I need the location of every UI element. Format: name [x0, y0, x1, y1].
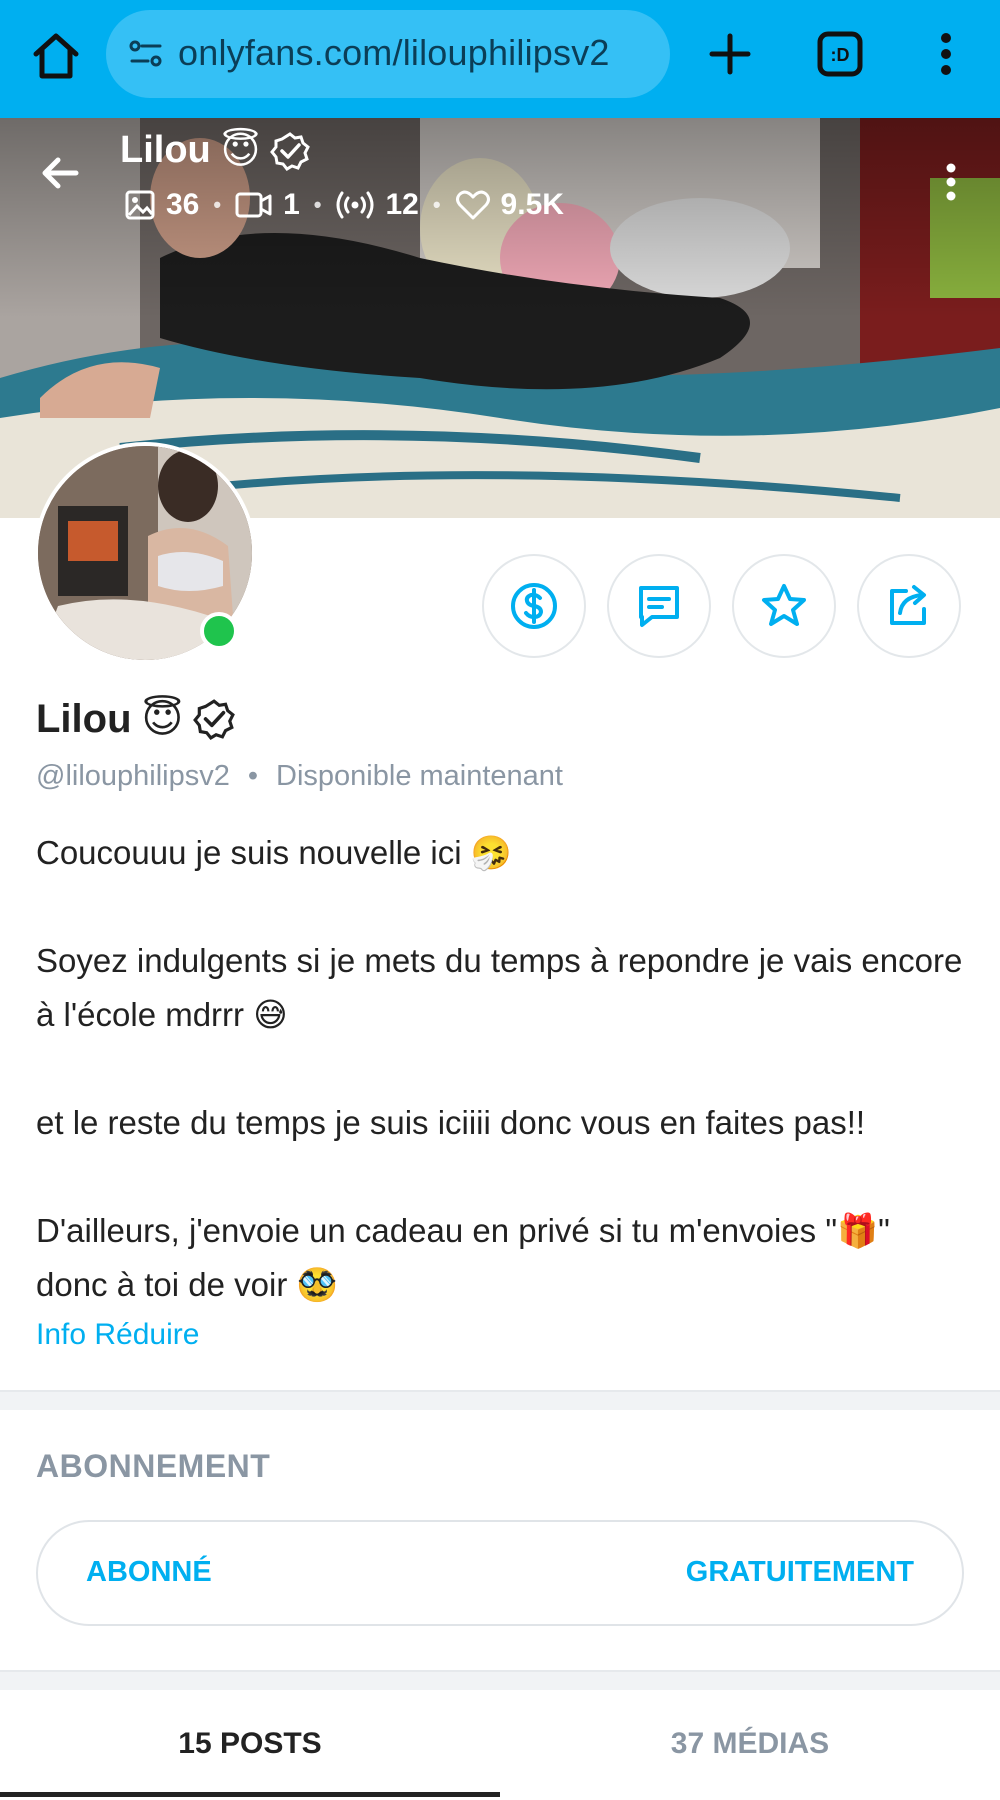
handle-separator: •	[247, 760, 259, 792]
bio-paragraph: Coucouuu je suis nouvelle ici 🤧	[36, 834, 512, 871]
photos-stat: 36	[124, 188, 199, 222]
tab-media[interactable]: 37 MÉDIAS	[500, 1690, 1000, 1798]
chat-icon	[639, 586, 679, 627]
profile-name-text: Lilou	[36, 696, 132, 741]
likes-stat: 9.5K	[455, 188, 564, 222]
site-settings-icon[interactable]	[126, 34, 166, 74]
cover-profile-name: Lilou 😇	[120, 128, 311, 173]
active-tab-indicator	[0, 1792, 500, 1797]
message-button[interactable]	[607, 554, 711, 658]
section-divider	[0, 1670, 1000, 1690]
cover-stats: 36 • 1 • 12 • 9.5K	[124, 188, 564, 222]
stat-separator: •	[432, 192, 441, 217]
video-icon	[235, 192, 272, 218]
share-icon	[890, 585, 926, 625]
home-icon[interactable]	[28, 28, 84, 84]
profile-name: Lilou 😇	[36, 696, 236, 742]
browser-menu-icon[interactable]	[926, 26, 966, 82]
new-tab-icon[interactable]	[702, 26, 758, 82]
back-arrow-icon[interactable]	[36, 148, 86, 198]
videos-stat: 1	[235, 188, 300, 222]
halo-emoji: 😇	[141, 697, 184, 741]
dollar-icon	[511, 583, 557, 629]
collapse-info-link[interactable]: Info Réduire	[36, 1318, 199, 1352]
availability-status: Disponible maintenant	[276, 760, 563, 792]
bio-paragraph: et le reste du temps je suis iciiii donc…	[36, 1104, 866, 1141]
streams-stat: 12	[335, 188, 419, 222]
favorite-button[interactable]	[732, 554, 836, 658]
browser-toolbar: onlyfans.com/lilouphilipsv2 :D	[0, 0, 1000, 118]
profile-subtitle: @lilouphilipsv2 • Disponible maintenant	[36, 760, 563, 793]
share-button[interactable]	[857, 554, 961, 658]
bio-paragraph: D'ailleurs, j'envoie un cadeau en privé …	[36, 1212, 890, 1303]
stat-separator: •	[313, 192, 322, 217]
photos-count: 36	[166, 188, 200, 221]
bio-paragraph: Soyez indulgents si je mets du temps à r…	[36, 942, 963, 1033]
cover-name-text: Lilou	[120, 129, 211, 171]
more-options-icon[interactable]	[936, 158, 966, 208]
verified-badge-icon	[270, 131, 311, 171]
verified-badge-icon	[193, 699, 236, 740]
image-icon	[125, 190, 155, 220]
subscribed-label: ABONNÉ	[86, 1556, 212, 1588]
likes-count: 9.5K	[500, 188, 564, 221]
live-stream-icon	[336, 191, 374, 219]
profile-bio: Coucouuu je suis nouvelle ici 🤧 Soyez in…	[36, 826, 966, 1312]
subscribe-button[interactable]: ABONNÉ GRATUITEMENT	[36, 1520, 964, 1626]
star-icon	[762, 584, 806, 626]
tab-posts[interactable]: 15 POSTS	[0, 1690, 500, 1798]
url-text: onlyfans.com/lilouphilipsv2	[178, 32, 610, 73]
online-status-indicator	[200, 612, 238, 650]
profile-handle: @lilouphilipsv2	[36, 760, 230, 792]
section-divider	[0, 1390, 1000, 1410]
heart-icon	[455, 190, 490, 220]
streams-count: 12	[385, 188, 419, 221]
price-label: GRATUITEMENT	[685, 1556, 914, 1588]
videos-count: 1	[283, 188, 300, 221]
tab-switcher-button[interactable]: :D	[812, 26, 868, 82]
tab-count-label: :D	[831, 45, 850, 65]
halo-emoji: 😇	[220, 130, 261, 172]
stat-separator: •	[213, 192, 222, 217]
send-tip-button[interactable]	[482, 554, 586, 658]
subscription-section-title: ABONNEMENT	[36, 1448, 271, 1484]
address-bar[interactable]: onlyfans.com/lilouphilipsv2	[106, 10, 670, 98]
